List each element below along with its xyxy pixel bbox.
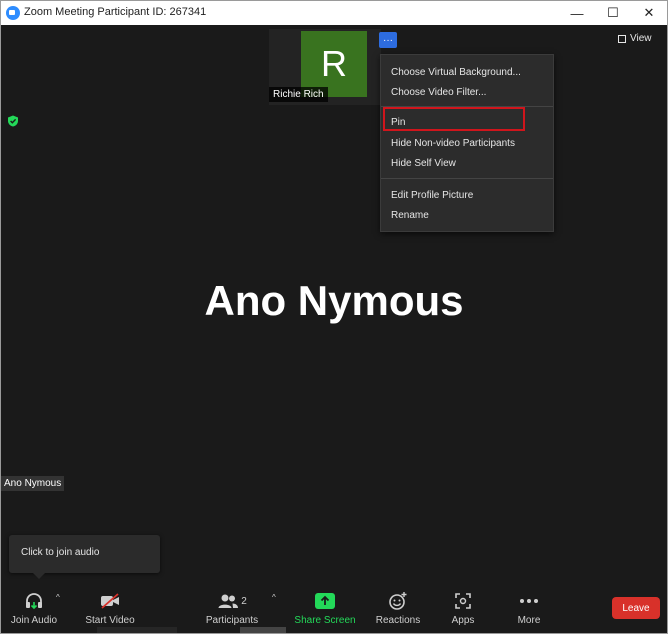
- close-button[interactable]: ✕: [631, 1, 667, 25]
- more-label: More: [517, 615, 541, 626]
- ellipsis-icon: [517, 591, 541, 611]
- participants-icon: 2: [210, 591, 254, 611]
- join-audio-tooltip: Click to join audio: [9, 535, 160, 579]
- menu-item-pin[interactable]: Pin: [391, 117, 405, 128]
- leave-button[interactable]: Leave: [612, 597, 660, 619]
- window-title: Zoom Meeting Participant ID: 267341: [24, 6, 207, 18]
- share-screen-button[interactable]: Share Screen: [293, 585, 357, 633]
- video-off-icon: [98, 591, 122, 611]
- menu-item-rename[interactable]: Rename: [391, 210, 429, 221]
- participants-label: Participants: [205, 615, 259, 626]
- join-audio-label: Join Audio: [10, 615, 58, 626]
- shield-icon[interactable]: [7, 115, 19, 127]
- menu-divider: [381, 178, 553, 179]
- reactions-button[interactable]: Reactions: [373, 585, 423, 633]
- more-button[interactable]: More: [511, 585, 547, 633]
- meeting-stage: R Richie Rich ··· View Choose Virtual Ba…: [1, 25, 667, 585]
- tile-context-menu: Choose Virtual Background... Choose Vide…: [380, 54, 554, 232]
- start-video-label: Start Video: [85, 615, 135, 626]
- grid-icon: [618, 34, 626, 43]
- minimize-button[interactable]: —: [559, 1, 595, 25]
- menu-item-hide-non-video[interactable]: Hide Non-video Participants: [391, 138, 515, 149]
- meeting-toolbar: Join Audio ^ Start Video 2 Participants …: [1, 585, 667, 633]
- menu-item-hide-self-view[interactable]: Hide Self View: [391, 158, 456, 169]
- share-screen-label: Share Screen: [294, 615, 356, 626]
- audio-options-caret[interactable]: ^: [56, 593, 60, 602]
- view-button-label: View: [630, 33, 652, 44]
- zoom-window: Zoom Meeting Participant ID: 267341 — ☐ …: [0, 0, 668, 634]
- taskbar-strip-active: [240, 627, 286, 633]
- active-speaker-name: Ano Nymous: [204, 277, 464, 324]
- apps-label: Apps: [451, 615, 475, 626]
- join-audio-button[interactable]: Join Audio: [9, 585, 59, 633]
- start-video-button[interactable]: Start Video: [83, 585, 137, 633]
- participants-options-caret[interactable]: ^: [272, 593, 276, 602]
- menu-item-edit-profile-picture[interactable]: Edit Profile Picture: [391, 190, 473, 201]
- taskbar-strip: [97, 627, 177, 633]
- participants-button[interactable]: 2 Participants: [204, 585, 260, 633]
- tile-more-options-button[interactable]: ···: [379, 32, 397, 48]
- maximize-button[interactable]: ☐: [595, 1, 631, 25]
- emoji-icon: [386, 591, 410, 611]
- reactions-label: Reactions: [375, 615, 421, 626]
- participants-count: 2: [241, 595, 247, 607]
- apps-icon: [451, 591, 475, 611]
- share-screen-icon: [313, 591, 337, 611]
- apps-button[interactable]: Apps: [445, 585, 481, 633]
- self-view-label: Ano Nymous: [1, 476, 65, 491]
- headphones-icon: [22, 591, 46, 611]
- join-audio-tooltip-text: Click to join audio: [21, 547, 100, 558]
- menu-item-video-filter[interactable]: Choose Video Filter...: [391, 87, 486, 98]
- menu-item-virtual-background[interactable]: Choose Virtual Background...: [391, 67, 521, 78]
- view-button[interactable]: View: [618, 33, 652, 44]
- title-bar: Zoom Meeting Participant ID: 267341 — ☐ …: [1, 1, 667, 25]
- zoom-app-icon: [6, 6, 20, 20]
- participant-tile-name: Richie Rich: [269, 87, 328, 102]
